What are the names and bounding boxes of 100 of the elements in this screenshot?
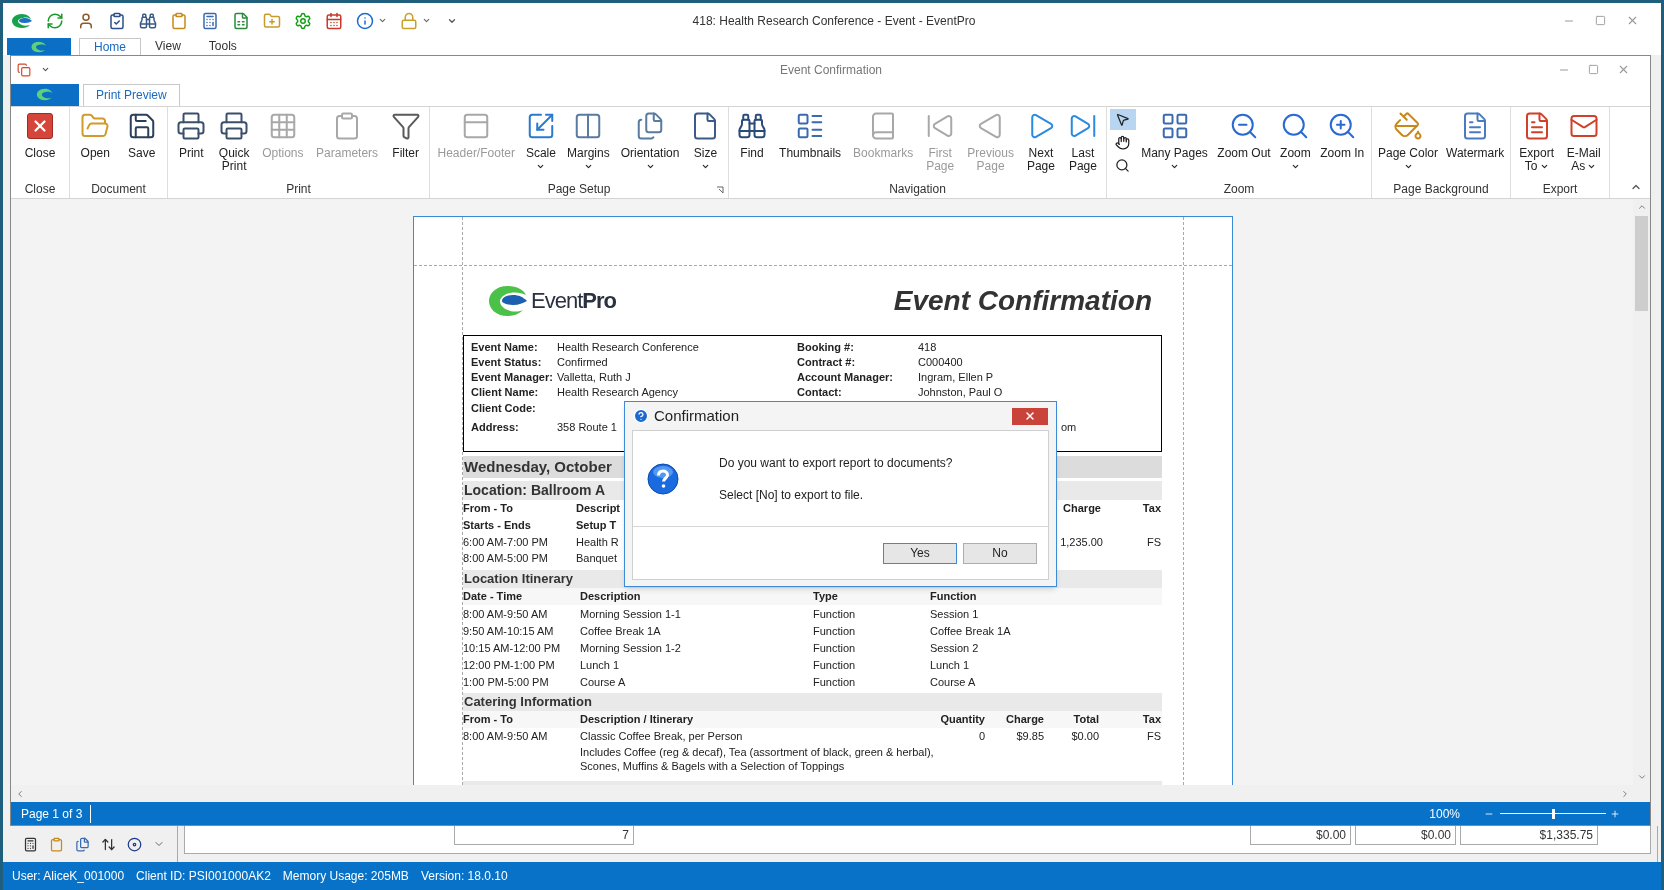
table-cell: $0.00 [1250,826,1351,845]
table-cell-text: 8:00 AM-5:00 PM [463,551,549,567]
tool-button[interactable] [1109,108,1136,130]
app-menu-button[interactable] [7,38,71,55]
group-label: Page Setup [547,181,611,199]
magnifier-icon [1115,157,1131,173]
scroll-right-icon[interactable] [1620,788,1630,799]
ribbon-button[interactable]: Next Page [1021,106,1060,179]
dialog-button[interactable]: No [963,542,1037,564]
ribbon-button[interactable]: Watermark [1442,106,1509,179]
clipboard-icon[interactable] [170,11,188,30]
documents-icon[interactable] [75,836,90,852]
printer-icon [219,110,250,141]
table-cell-text: Total [1072,712,1099,728]
table-cell-text: Johnston, Paul O [918,385,1004,401]
status-text: User: AliceK_001000 [12,868,125,885]
ribbon-button[interactable]: Thumbnails [775,106,846,179]
ribbon-button[interactable]: Zoom In [1316,106,1369,179]
table-cell-text: Charge [1062,501,1101,517]
ribbon-button[interactable]: Find [733,106,771,179]
maximize-icon[interactable] [1588,64,1599,76]
ribbon-button[interactable]: Close [20,106,60,179]
logo-icon[interactable] [11,12,33,29]
table-cell-text: Coffee Break 1A [580,623,662,639]
ribbon-button[interactable]: Zoom Out [1213,106,1275,179]
table-cell-text: Charge [1005,712,1044,728]
ribbon-button[interactable]: Size [686,106,725,179]
disc-icon[interactable] [127,836,142,852]
scroll-left-icon[interactable] [15,788,25,799]
group-label: Print [286,181,311,199]
dialog-title: Confirmation [654,405,740,426]
binoculars-icon[interactable] [139,11,157,30]
ribbon-button[interactable]: Last Page [1063,106,1102,179]
table-cell-text: Client Code: [471,401,537,417]
calculator-icon[interactable] [201,11,219,30]
table-cell-text: Function [813,623,857,639]
table-cell-text: 8:00 AM-9:50 AM [463,606,549,622]
table-cell-text: Quantity [939,712,985,728]
calendar-icon[interactable] [325,11,343,30]
close-button[interactable] [1012,407,1048,425]
dialog-message: Do you want to export report to documents? [719,454,953,472]
ribbon-button[interactable]: E-Mail As [1562,106,1605,179]
ribbon-tab[interactable]: Home [79,38,141,55]
clipboard-check-icon[interactable] [108,11,126,30]
table-cell-text: Function [813,658,857,674]
refresh-icon[interactable] [46,11,64,30]
ribbon-tab[interactable]: Tools [194,38,251,55]
ribbon-button[interactable]: Zoom [1276,106,1315,179]
ribbon-button[interactable]: Quick Print [214,106,254,179]
table-cell-text: Banquet [576,551,618,567]
info-icon[interactable] [356,11,374,30]
ribbon-button[interactable]: Filter [386,106,425,179]
ribbon-button[interactable]: Margins [563,106,614,179]
ribbon-tab[interactable]: Print Preview [83,83,180,106]
ribbon-button[interactable]: Save [122,106,161,179]
page-indicator: Page 1 of 3 [11,804,92,823]
calculator-icon[interactable] [23,836,38,852]
zoom-slider[interactable] [1500,807,1606,820]
table-cell-text: Coffee Break 1A [930,623,1012,639]
table-cell-text: Description [580,589,642,605]
maximize-icon[interactable] [1595,15,1606,26]
table-cell-text: 418 [918,340,938,356]
table-cell-text: Classic Coffee Break, per Person [580,729,744,745]
ribbon-button[interactable]: Print [172,106,211,179]
ribbon-button[interactable]: Scale [521,106,560,179]
table-cell-text: $0.00 [1070,729,1099,745]
clipboard-icon[interactable] [49,836,64,852]
sort-icon[interactable] [101,836,116,852]
close-icon[interactable] [1626,14,1639,27]
window-title: Event Confirmation [778,61,883,79]
table-cell-text: 6:00 AM-7:00 PM [463,535,549,551]
gear-icon[interactable] [294,11,312,30]
table-cell-text: Confirmed [557,355,609,371]
dialog-launcher-icon[interactable] [716,186,724,195]
ribbon-tab[interactable]: View [141,38,195,55]
dialog-button[interactable]: Yes [883,542,957,564]
group-label: Navigation [889,181,946,199]
table-cell-text: FS [1145,535,1161,551]
table-cell: $0.00 [1355,826,1456,845]
table-cell-text: Function [930,589,978,605]
window-menu-icon[interactable] [17,62,31,77]
zoom-in-icon[interactable] [1610,808,1620,819]
table-cell-text: Contract #: [797,355,857,371]
help-icon [633,408,649,424]
ribbon-button[interactable]: Many Pages [1137,106,1212,179]
table-cell-text: Starts - Ends [463,518,532,534]
ribbon-button[interactable]: Open [76,106,115,179]
table-cell-text: 10:15 AM-12:00 PM [463,640,562,656]
table-cell-text: Morning Session 1-2 [580,640,682,656]
table-cell-text: Function [813,675,857,691]
ribbon-button[interactable]: Export To [1515,106,1558,179]
table-cell-text: Descript [576,501,622,517]
app-menu-button[interactable] [11,83,79,106]
caret-icon [422,16,431,25]
table-cell-text: Account Manager: [797,370,894,386]
printer-icon [176,110,207,141]
ribbon-button[interactable]: Page Color [1374,106,1443,179]
ribbon-button[interactable]: Orientation [616,106,684,179]
scrollbar-thumb[interactable] [1635,216,1648,312]
group-label: Close [24,181,56,199]
